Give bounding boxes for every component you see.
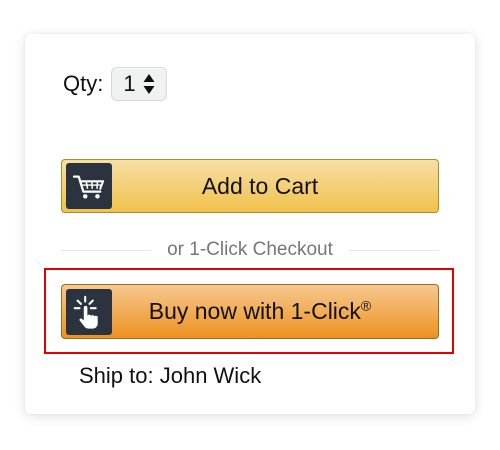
checkout-divider: or 1-Click Checkout [61,238,439,262]
shopping-cart-icon [66,163,112,209]
divider-line-right [348,249,439,251]
buy-now-label-text: Buy now with 1-Click [148,298,361,324]
ship-to-text[interactable]: Ship to: John Wick [79,363,261,389]
add-to-cart-label: Add to Cart [201,172,319,199]
tap-hand-icon [66,288,112,335]
divider-text: or 1-Click Checkout [167,239,333,260]
quantity-select[interactable]: 1 [111,67,168,101]
quantity-label: Qty: [63,71,104,96]
buy-now-button[interactable]: Buy now with 1-Click® [61,284,439,339]
buy-now-label: Buy now with 1-Click® [112,298,438,325]
quantity-value: 1 [123,71,136,96]
add-to-cart-button[interactable]: Add to Cart [61,159,439,213]
divider-line-left [61,249,152,251]
quantity-row: Qty: 1 [63,66,168,102]
up-down-arrows-icon [143,74,155,94]
registered-mark: ® [360,297,372,314]
purchase-box: Qty: 1 Add to Cart or 1-Click Checkout B… [25,34,475,414]
